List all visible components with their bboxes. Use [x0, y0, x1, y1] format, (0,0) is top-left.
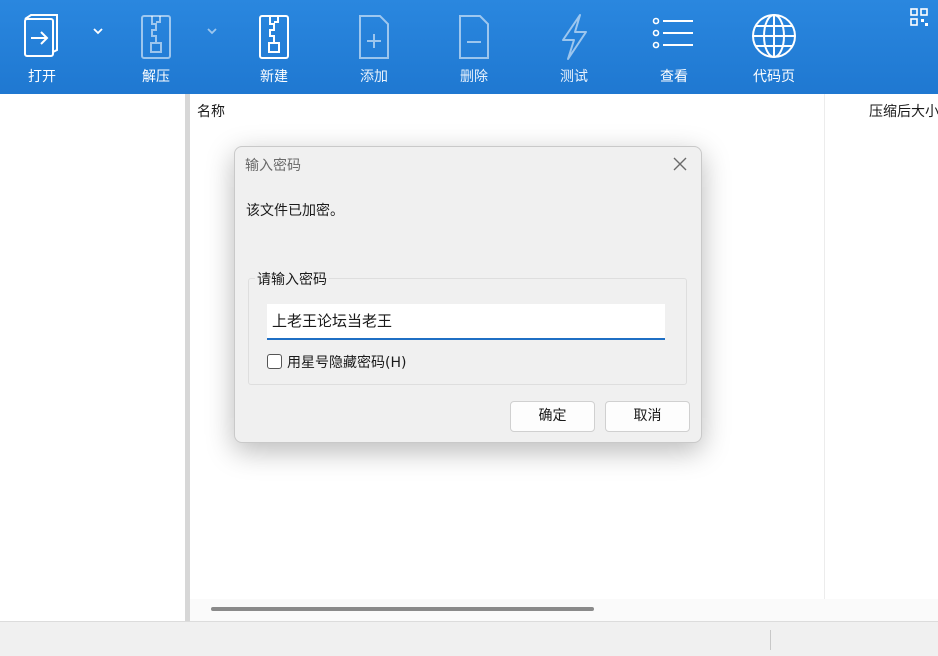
add-label: 添加 [360, 69, 388, 85]
horizontal-scrollbar[interactable] [190, 599, 938, 621]
status-bar [0, 621, 938, 656]
add-button[interactable]: 添加 [329, 8, 419, 92]
delete-label: 删除 [460, 69, 488, 85]
extract-button[interactable]: 解压 [111, 8, 201, 92]
test-label: 测试 [560, 69, 588, 85]
test-lightning-icon [562, 14, 587, 60]
layout-grid-icon[interactable] [910, 8, 928, 26]
delete-button[interactable]: 删除 [429, 8, 519, 92]
password-input[interactable]: 上老王论坛当老王 [267, 304, 665, 340]
open-label: 打开 [28, 69, 56, 85]
open-dropdown-chevron-down-icon[interactable] [91, 24, 105, 38]
view-list-icon [652, 17, 693, 49]
password-group-label: 请输入密码 [255, 269, 329, 289]
status-divider [770, 630, 771, 650]
view-button[interactable]: 查看 [629, 8, 719, 92]
scrollbar-thumb[interactable] [211, 607, 594, 611]
new-button[interactable]: 新建 [229, 8, 319, 92]
new-label: 新建 [260, 69, 288, 85]
open-button[interactable]: 打开 [0, 8, 87, 92]
column-header-name[interactable]: 名称 [197, 101, 225, 121]
hide-password-checkbox[interactable] [267, 354, 282, 369]
delete-file-icon [459, 15, 489, 59]
column-divider [824, 94, 825, 599]
codepage-button[interactable]: 代码页 [729, 8, 819, 92]
extract-label: 解压 [142, 69, 170, 85]
view-label: 查看 [660, 69, 688, 85]
column-header-compressed-size[interactable]: 压缩后大小 [869, 101, 938, 121]
extract-zip-icon [141, 15, 171, 59]
test-button[interactable]: 测试 [529, 8, 619, 92]
new-archive-icon [259, 15, 289, 59]
open-file-icon [24, 14, 58, 57]
toolbar: 打开 解压 新建 添加 删除 测试 查看 代码页 [0, 0, 938, 94]
dialog-title: 输入密码 [245, 158, 301, 174]
add-file-icon [359, 15, 389, 59]
codepage-label: 代码页 [753, 69, 795, 85]
password-dialog: 输入密码 该文件已加密。 请输入密码 上老王论坛当老王 用星号隐藏密码(H) 确… [234, 146, 702, 443]
extract-dropdown-chevron-down-icon[interactable] [205, 24, 219, 38]
folder-tree-pane[interactable] [0, 94, 185, 621]
close-icon[interactable] [671, 155, 689, 173]
encrypted-message: 该文件已加密。 [246, 203, 344, 219]
ok-button[interactable]: 确定 [510, 401, 595, 432]
hide-password-label[interactable]: 用星号隐藏密码(H) [287, 352, 406, 372]
globe-icon [752, 14, 796, 58]
cancel-button[interactable]: 取消 [605, 401, 690, 432]
